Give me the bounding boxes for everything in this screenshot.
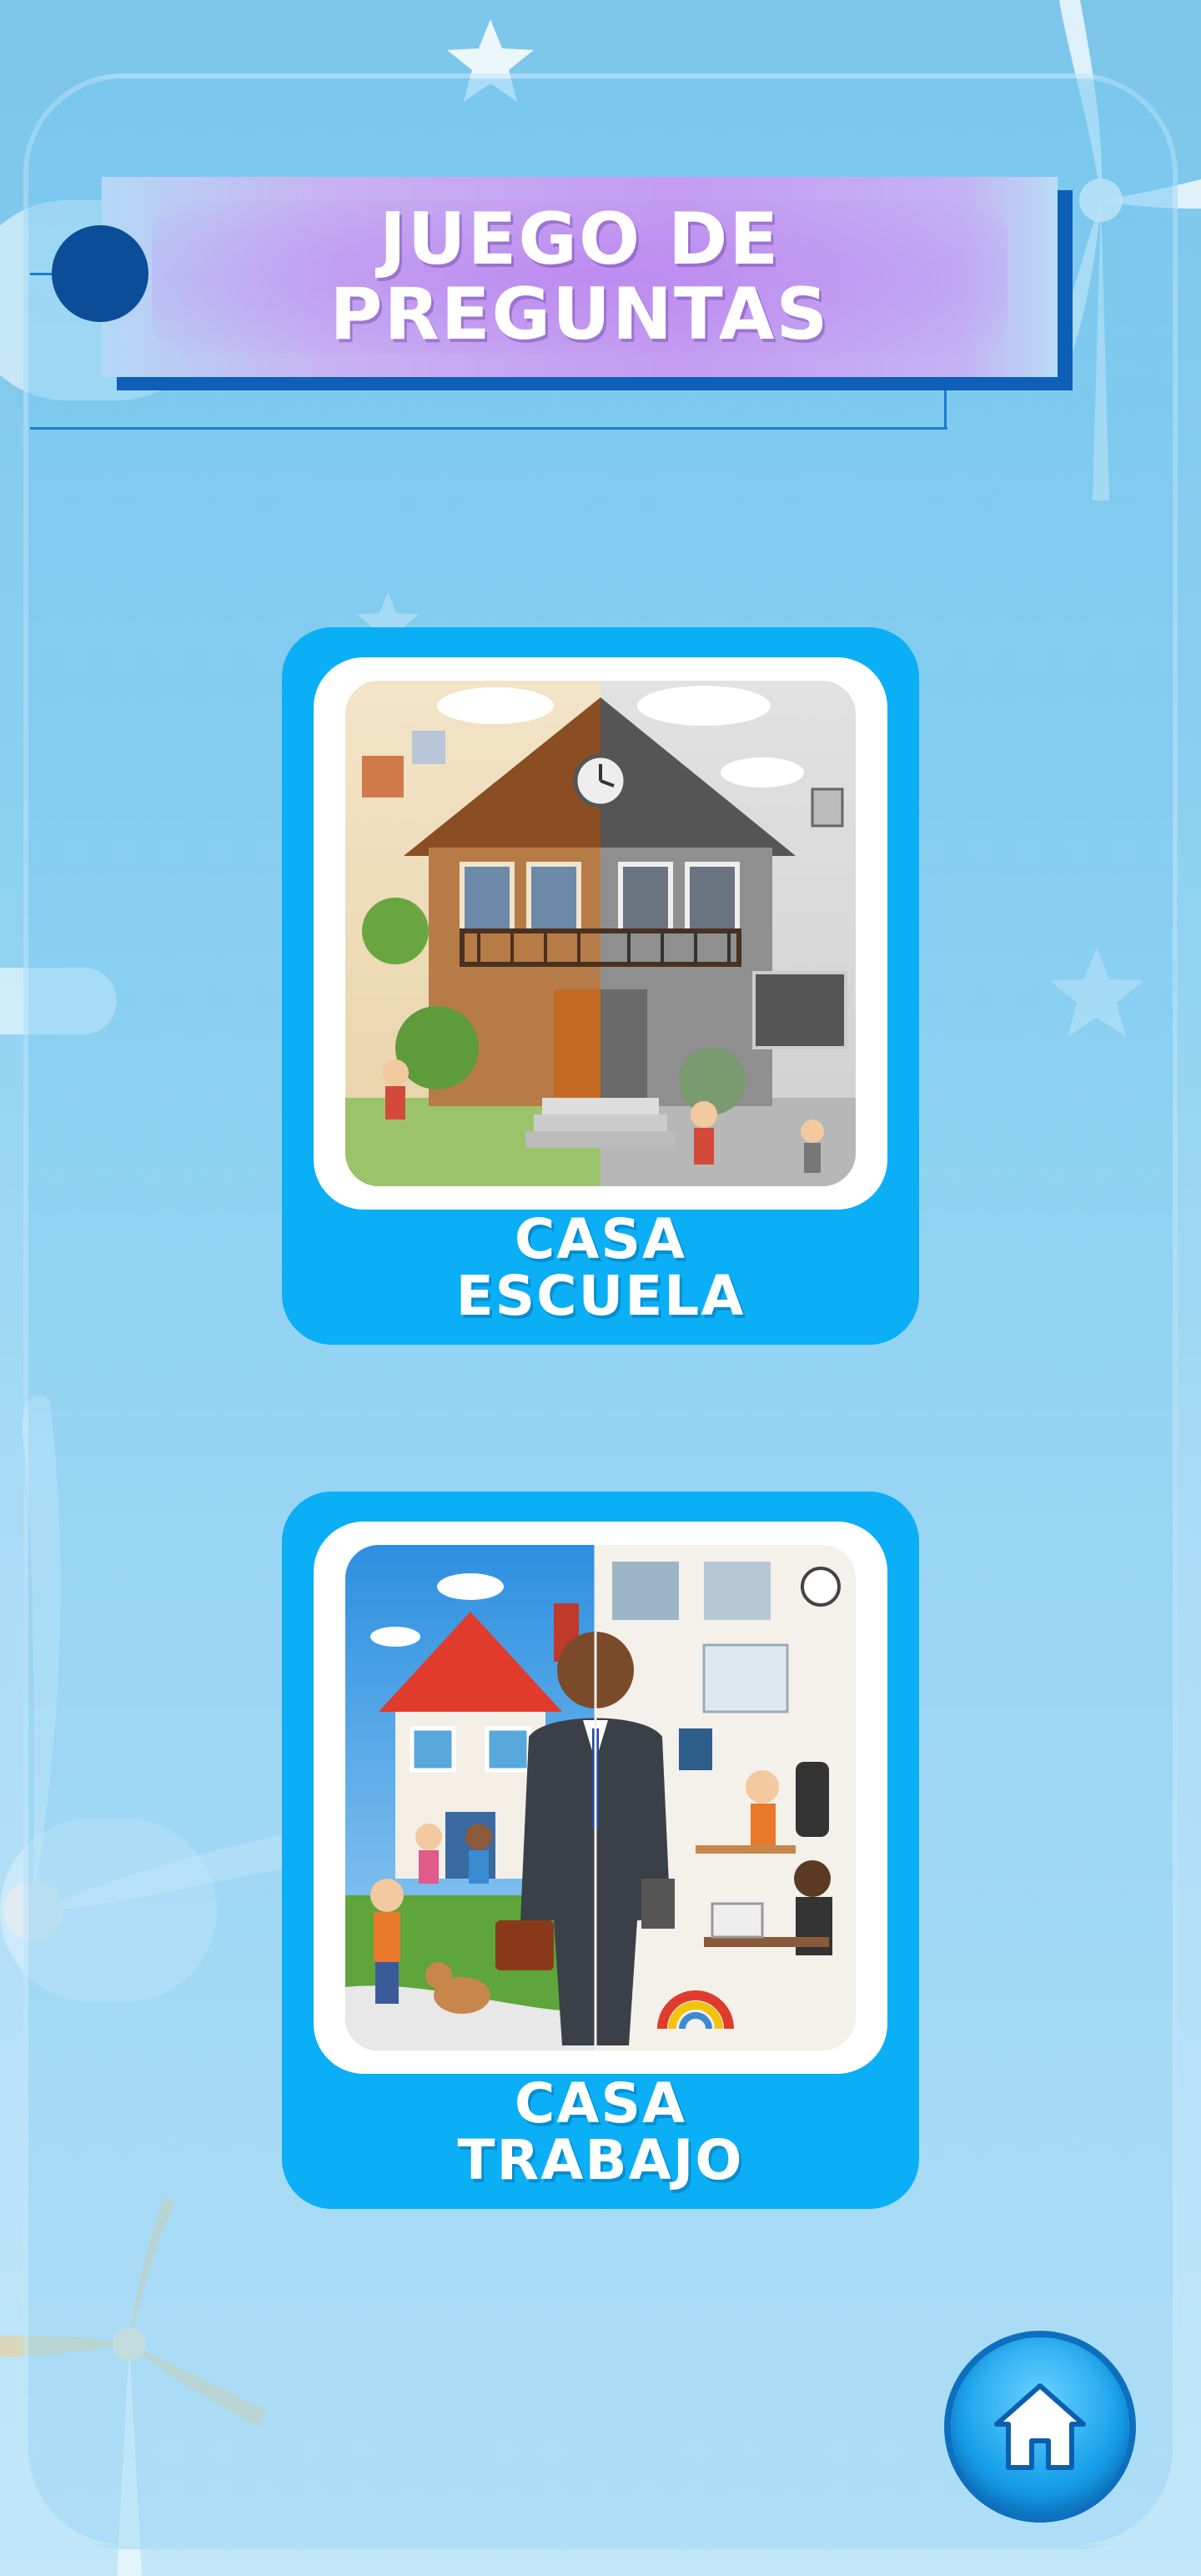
house-school-illustration xyxy=(345,681,856,1186)
page-title: JUEGO DE PREGUNTAS xyxy=(330,202,830,352)
card-label-line1: CASA xyxy=(514,1207,687,1271)
page-title-line1: JUEGO DE xyxy=(379,198,781,281)
page-title-line2: PREGUNTAS xyxy=(329,273,830,356)
card-label-line2: TRABAJO xyxy=(457,2128,744,2192)
header-underline xyxy=(30,427,947,430)
title-banner: JUEGO DE PREGUNTAS xyxy=(102,177,1058,377)
house-work-illustration xyxy=(345,1545,856,2050)
home-button[interactable] xyxy=(951,2337,1129,2516)
house-school-image xyxy=(345,681,856,1186)
header-underline xyxy=(944,390,947,430)
house-work-image xyxy=(345,1545,856,2050)
card-image-frame xyxy=(314,657,887,1210)
card-casa-trabajo[interactable]: CASA TRABAJO xyxy=(282,1492,919,2209)
card-label-line2: ESCUELA xyxy=(455,1264,746,1328)
card-label: CASA TRABAJO xyxy=(282,2075,919,2189)
card-label-line1: CASA xyxy=(514,2071,687,2136)
card-image-frame xyxy=(314,1522,887,2074)
home-icon xyxy=(994,2383,1086,2470)
header-dot xyxy=(52,225,148,322)
card-label: CASA ESCUELA xyxy=(282,1211,919,1325)
card-casa-escuela[interactable]: CASA ESCUELA xyxy=(282,627,919,1345)
